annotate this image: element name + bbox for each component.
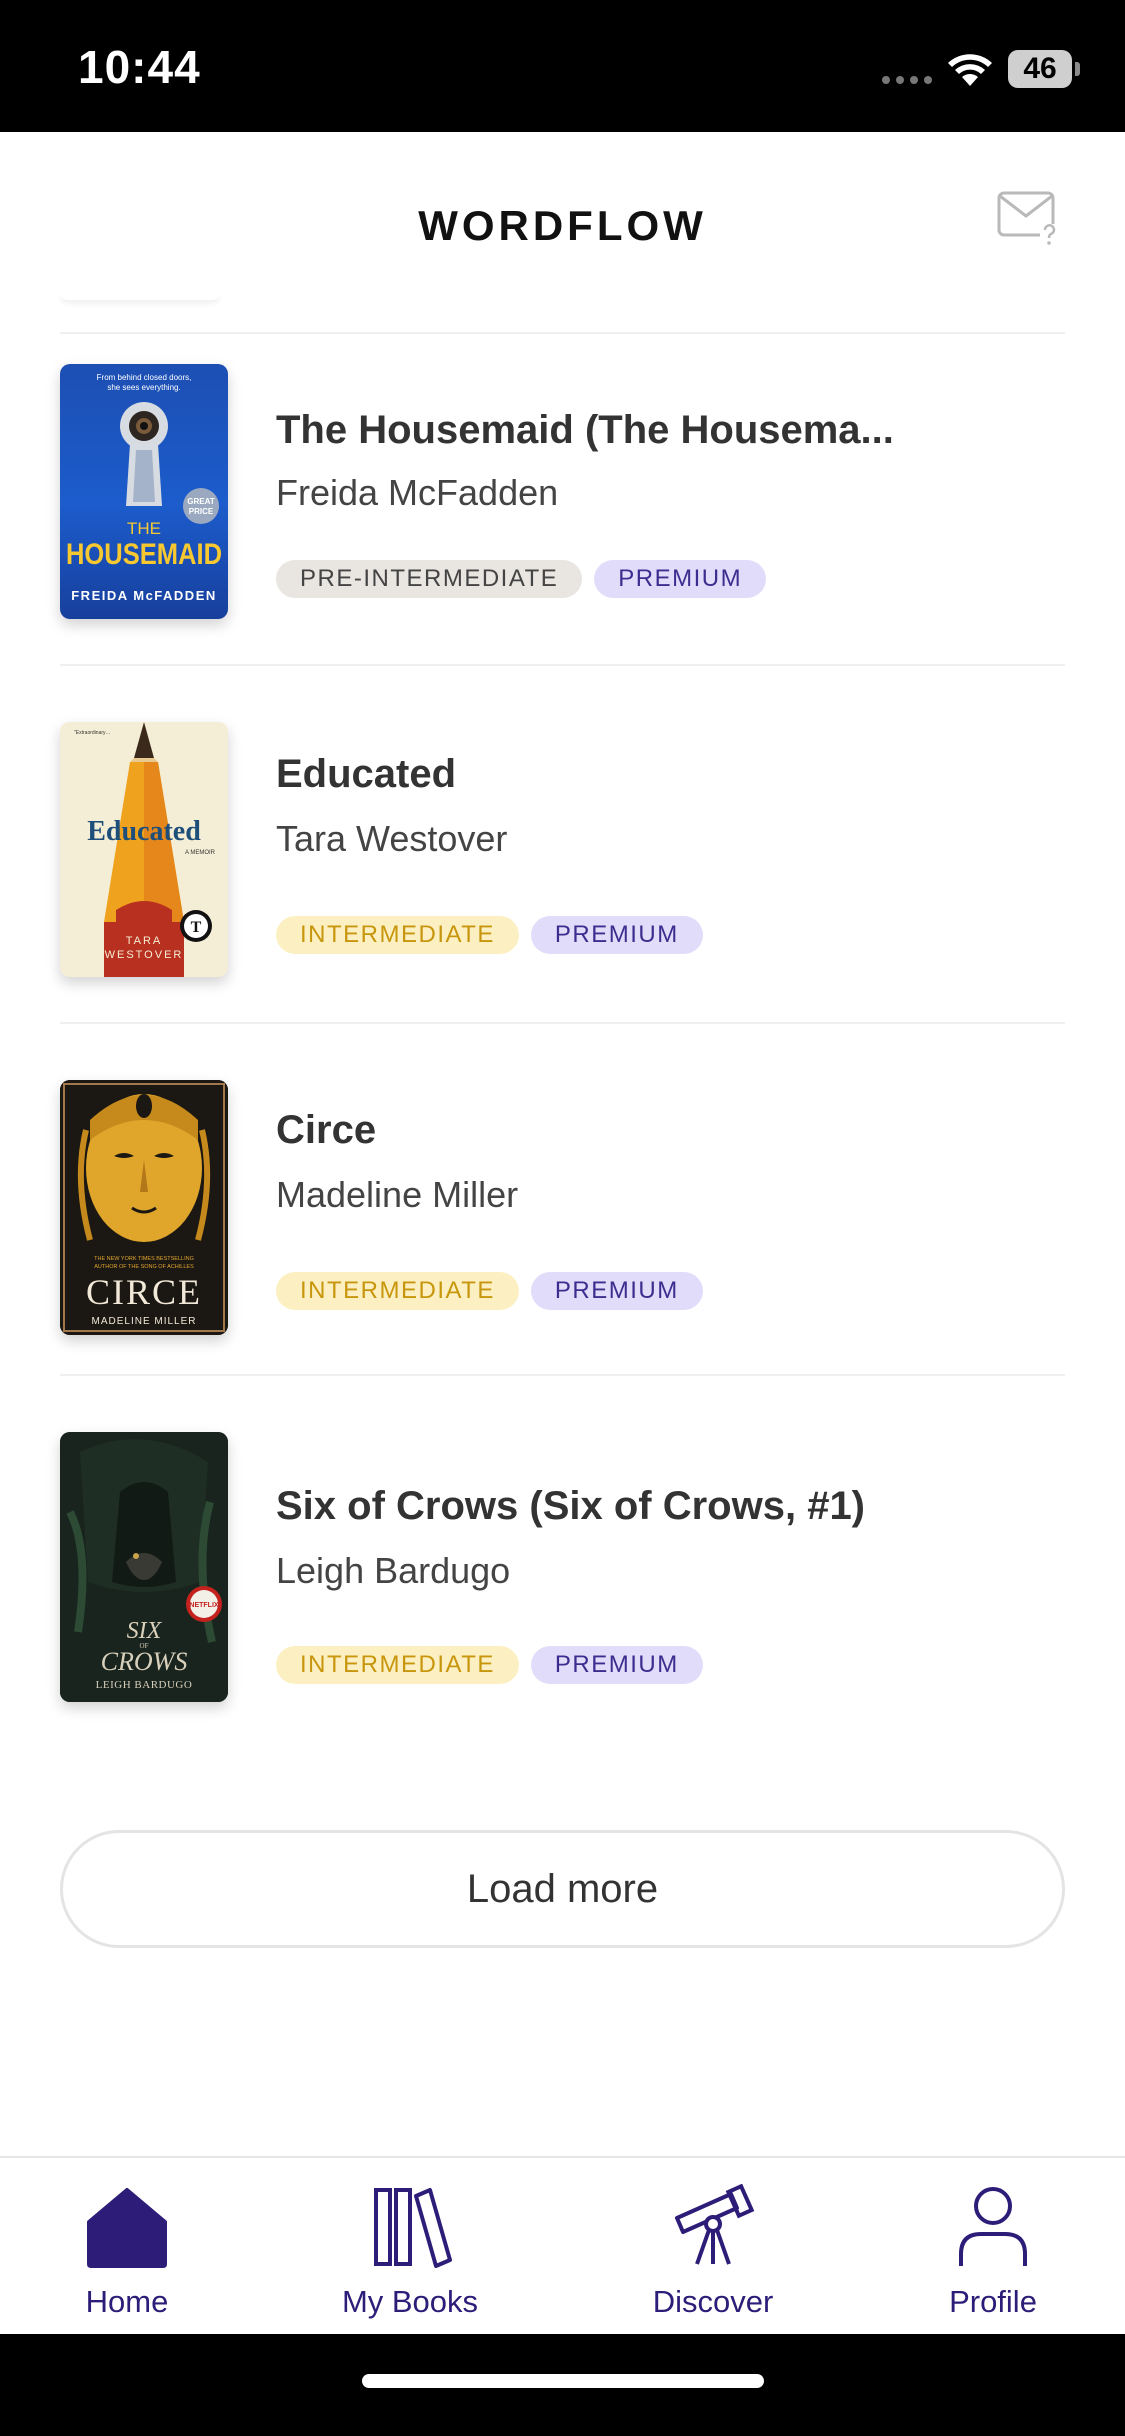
svg-text:A MEMOIR: A MEMOIR bbox=[185, 850, 216, 856]
level-badge: INTERMEDIATE bbox=[276, 916, 519, 954]
tab-label: Profile bbox=[949, 2284, 1037, 2319]
bottom-tab-bar: Home My Books Discover Profile bbox=[0, 2156, 1125, 2334]
level-badge: INTERMEDIATE bbox=[276, 1272, 519, 1310]
book-cover-housemaid: From behind closed doors, she sees every… bbox=[60, 364, 228, 619]
tab-my-books[interactable]: My Books bbox=[300, 2158, 520, 2334]
level-badge: INTERMEDIATE bbox=[276, 1646, 519, 1684]
tab-label: Home bbox=[85, 2284, 169, 2319]
home-indicator[interactable] bbox=[362, 2374, 764, 2388]
book-title: Six of Crows (Six of Crows, #1) bbox=[276, 1484, 866, 1528]
six-of-crows-cover-art: NETFLIX SIX OF CROWS LEIGH BARDUGO bbox=[60, 1432, 228, 1702]
divider bbox=[60, 1374, 1065, 1376]
divider bbox=[60, 664, 1065, 666]
app-header: WORDFLOW bbox=[0, 132, 1125, 292]
svg-text:Educated: Educated bbox=[87, 816, 201, 847]
load-more-button[interactable]: Load more bbox=[60, 1830, 1065, 1948]
book-cover-educated: Educated A MEMOIR TARA WESTOVER T "Extra… bbox=[60, 722, 228, 977]
book-author: Tara Westover bbox=[276, 818, 508, 859]
divider bbox=[60, 1022, 1065, 1024]
svg-text:WESTOVER: WESTOVER bbox=[105, 949, 184, 961]
home-icon bbox=[87, 2188, 167, 2268]
status-time: 10:44 bbox=[78, 41, 201, 93]
svg-text:MADELINE MILLER: MADELINE MILLER bbox=[91, 1316, 196, 1327]
previous-item-edge bbox=[60, 292, 220, 300]
premium-badge: PREMIUM bbox=[530, 1272, 703, 1310]
svg-text:CIRCE: CIRCE bbox=[86, 1272, 202, 1312]
svg-text:T: T bbox=[191, 919, 202, 936]
home-indicator-area bbox=[0, 2334, 1125, 2436]
educated-cover-art: Educated A MEMOIR TARA WESTOVER T "Extra… bbox=[60, 722, 228, 977]
svg-text:NETFLIX: NETFLIX bbox=[189, 1602, 218, 1609]
book-title: Educated bbox=[276, 752, 457, 796]
svg-text:AUTHOR OF THE SONG OF ACHILLES: AUTHOR OF THE SONG OF ACHILLES bbox=[94, 1264, 194, 1270]
person-icon bbox=[959, 2187, 1027, 2266]
app-title: WORDFLOW bbox=[418, 202, 707, 249]
svg-text:she sees everything.: she sees everything. bbox=[107, 383, 180, 392]
book-author: Madeline Miller bbox=[276, 1174, 519, 1215]
tab-profile[interactable]: Profile bbox=[883, 2158, 1103, 2334]
svg-text:LEIGH BARDUGO: LEIGH BARDUGO bbox=[96, 1679, 193, 1691]
premium-badge: PREMIUM bbox=[594, 560, 767, 598]
svg-text:HOUSEMAID: HOUSEMAID bbox=[66, 538, 222, 571]
book-title: Circe bbox=[276, 1108, 377, 1152]
svg-text:PRICE: PRICE bbox=[189, 507, 214, 516]
svg-text:SIX: SIX bbox=[127, 1618, 163, 1644]
svg-text:FREIDA McFADDEN: FREIDA McFADDEN bbox=[71, 588, 217, 603]
app-screen: WORDFLOW From behind closed doors, she s… bbox=[0, 132, 1125, 2334]
books-icon bbox=[374, 2188, 452, 2268]
book-author: Leigh Bardugo bbox=[276, 1550, 511, 1591]
svg-text:From behind closed doors,: From behind closed doors, bbox=[97, 373, 192, 382]
svg-text:TARA: TARA bbox=[126, 935, 163, 947]
book-tags: PRE-INTERMEDIATE PREMIUM bbox=[276, 560, 767, 598]
book-author: Freida McFadden bbox=[276, 472, 559, 513]
book-tags: INTERMEDIATE PREMIUM bbox=[276, 1646, 703, 1684]
svg-text:"Extraordinary…: "Extraordinary… bbox=[74, 730, 111, 736]
svg-text:CROWS: CROWS bbox=[101, 1647, 188, 1676]
svg-text:GREAT: GREAT bbox=[187, 497, 215, 506]
tab-label: Discover bbox=[652, 2284, 774, 2319]
book-tags: INTERMEDIATE PREMIUM bbox=[276, 1272, 703, 1310]
circe-cover-art: THE NEW YORK TIMES BESTSELLING AUTHOR OF… bbox=[60, 1080, 228, 1335]
book-cover-circe: THE NEW YORK TIMES BESTSELLING AUTHOR OF… bbox=[60, 1080, 228, 1335]
premium-badge: PREMIUM bbox=[530, 916, 703, 954]
level-badge: PRE-INTERMEDIATE bbox=[276, 560, 583, 598]
tab-home[interactable]: Home bbox=[17, 2158, 237, 2334]
telescope-icon bbox=[675, 2184, 755, 2265]
book-tags: INTERMEDIATE PREMIUM bbox=[276, 916, 703, 954]
divider bbox=[60, 332, 1065, 334]
battery-icon: 46 bbox=[1008, 50, 1080, 88]
housemaid-cover-art: From behind closed doors, she sees every… bbox=[66, 373, 222, 603]
wifi-icon bbox=[948, 54, 992, 86]
status-bar: 10:44 46 bbox=[0, 0, 1125, 132]
cellular-signal-icon bbox=[882, 76, 934, 84]
book-title: The Housemaid (The Housema... bbox=[276, 408, 894, 452]
tab-label: My Books bbox=[341, 2284, 479, 2319]
premium-badge: PREMIUM bbox=[530, 1646, 703, 1684]
mail-question-icon[interactable] bbox=[996, 190, 1060, 246]
book-cover-six-of-crows: NETFLIX SIX OF CROWS LEIGH BARDUGO bbox=[60, 1432, 228, 1702]
tab-discover[interactable]: Discover bbox=[603, 2158, 823, 2334]
svg-text:THE: THE bbox=[127, 519, 161, 538]
svg-text:THE NEW YORK TIMES BESTSELLING: THE NEW YORK TIMES BESTSELLING bbox=[94, 1256, 194, 1262]
battery-level: 46 bbox=[1008, 50, 1072, 88]
